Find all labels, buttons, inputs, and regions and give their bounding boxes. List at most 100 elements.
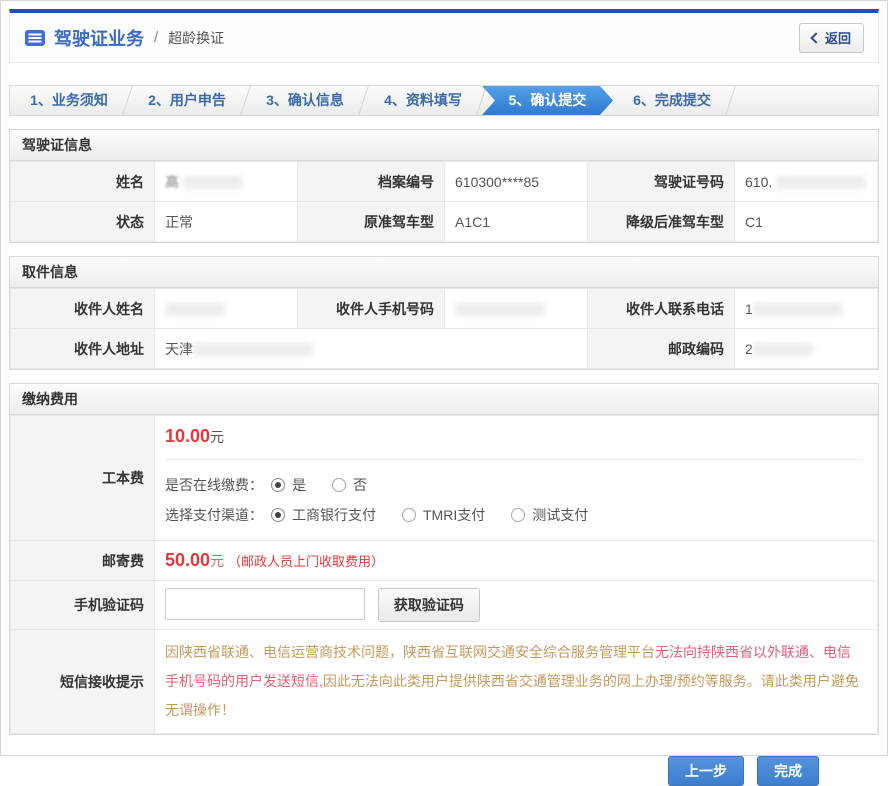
breadcrumb-separator: / <box>154 29 158 46</box>
table-row: 邮寄费 50.00元 （邮政人员上门收取费用） <box>11 541 878 581</box>
step-2-declaration: 2、用户申告 <box>128 86 246 115</box>
redacted-value <box>183 176 243 189</box>
pay-channel-line: 选择支付渠道： 工商银行支付 TMRI支付 测试支付 <box>165 500 863 530</box>
original-class-label: 原准驾车型 <box>298 202 445 242</box>
fee-cell: 10.00元 是否在线缴费： 是 否 选择支付渠道： 工商银行支付 <box>155 416 878 541</box>
page: 驾驶证业务 / 超龄换证 返回 1、业务须知 2、用户申告 3、确认信息 4、资… <box>0 0 888 756</box>
post-fee-note: （邮政人员上门收取费用） <box>228 554 384 569</box>
table-row: 短信接收提示 因陕西省联通、电信运营商技术问题，陕西省互联网交通安全综合服务管理… <box>11 630 878 734</box>
name-label: 姓名 <box>11 162 155 202</box>
step-1-notice: 1、业务须知 <box>10 86 128 115</box>
redacted-value <box>455 303 545 316</box>
step-3-confirm-info: 3、确认信息 <box>246 86 364 115</box>
redacted-value <box>165 303 225 316</box>
redacted-value <box>193 343 313 356</box>
license-table: 姓名 高 档案编号 610300****85 驾驶证号码 610. 状态 正常 … <box>10 161 878 242</box>
recipient-address-value: 天津 <box>155 329 588 369</box>
step-4-fill-data: 4、资料填写 <box>364 86 482 115</box>
postcode-label: 邮政编码 <box>588 329 735 369</box>
table-row: 手机验证码 获取验证码 <box>11 581 878 630</box>
original-class-value: A1C1 <box>445 202 588 242</box>
license-number-value: 610. <box>735 162 878 202</box>
online-pay-label: 是否在线缴费： <box>165 475 263 495</box>
table-row: 收件人地址 天津 邮政编码 2 <box>11 329 878 369</box>
captcha-cell: 获取验证码 <box>155 581 878 630</box>
license-info-section: 驾驶证信息 姓名 高 档案编号 610300****85 驾驶证号码 610. … <box>9 129 879 243</box>
pickup-table: 收件人姓名 收件人手机号码 收件人联系电话 1 收件人地址 天津 邮政编码 2 <box>10 288 878 369</box>
file-number-value: 610300****85 <box>445 162 588 202</box>
header: 驾驶证业务 / 超龄换证 返回 <box>9 9 879 63</box>
sms-note-part1: 因陕西省联通、电信运营商技术问题，陕西省互联网交通安全综合服务管理平台 <box>165 644 655 660</box>
radio-channel-test[interactable]: 测试支付 <box>511 505 588 525</box>
payment-section: 缴纳费用 工本费 10.00元 是否在线缴费： 是 否 <box>9 383 879 735</box>
license-section-title: 驾驶证信息 <box>10 130 878 161</box>
pickup-info-section: 取件信息 收件人姓名 收件人手机号码 收件人联系电话 1 收件人地址 天津 邮政… <box>9 256 879 370</box>
post-fee-unit: 元 <box>210 553 224 569</box>
redacted-value <box>776 176 866 189</box>
captcha-label: 手机验证码 <box>11 581 155 630</box>
radio-icon[interactable] <box>332 478 346 492</box>
post-fee-amount: 50.00 <box>165 550 210 570</box>
radio-icon[interactable] <box>511 508 525 522</box>
back-button[interactable]: 返回 <box>799 23 864 53</box>
payment-table: 工本费 10.00元 是否在线缴费： 是 否 选择支付渠道： <box>10 415 878 734</box>
back-button-label: 返回 <box>825 28 851 47</box>
table-row: 工本费 10.00元 是否在线缴费： 是 否 选择支付渠道： <box>11 416 878 541</box>
list-icon <box>24 29 46 47</box>
page-subtitle: 超龄换证 <box>168 28 224 48</box>
fee-label: 工本费 <box>11 416 155 541</box>
table-row: 状态 正常 原准驾车型 A1C1 降级后准驾车型 C1 <box>11 202 878 242</box>
radio-online-no[interactable]: 否 <box>332 475 367 495</box>
fee-unit: 元 <box>210 429 224 445</box>
redacted-value <box>753 303 843 316</box>
finish-button[interactable]: 完成 <box>757 756 819 786</box>
step-wizard: 1、业务须知 2、用户申告 3、确认信息 4、资料填写 5、确认提交 6、完成提… <box>9 85 879 116</box>
pay-channel-options: 工商银行支付 TMRI支付 测试支付 <box>271 505 588 525</box>
radio-channel-icbc[interactable]: 工商银行支付 <box>271 505 376 525</box>
radio-icon[interactable] <box>402 508 416 522</box>
fee-amount: 10.00 <box>165 426 210 446</box>
pickup-section-title: 取件信息 <box>10 257 878 288</box>
recipient-phone-label: 收件人联系电话 <box>588 289 735 329</box>
post-fee-label: 邮寄费 <box>11 541 155 581</box>
page-title: 驾驶证业务 <box>54 25 144 51</box>
payment-section-title: 缴纳费用 <box>10 384 878 415</box>
pay-channel-label: 选择支付渠道： <box>165 505 263 525</box>
table-row: 收件人姓名 收件人手机号码 收件人联系电话 1 <box>11 289 878 329</box>
recipient-name-value <box>155 289 298 329</box>
captcha-input[interactable] <box>165 588 365 620</box>
sms-tip-value: 因陕西省联通、电信运营商技术问题，陕西省互联网交通安全综合服务管理平台无法向持陕… <box>155 630 878 734</box>
post-fee-value: 50.00元 （邮政人员上门收取费用） <box>155 541 878 581</box>
status-value: 正常 <box>155 202 298 242</box>
breadcrumb: 驾驶证业务 / 超龄换证 <box>24 25 224 51</box>
radio-channel-tmri[interactable]: TMRI支付 <box>402 505 485 525</box>
fee-amount-line: 10.00元 <box>165 426 863 447</box>
online-pay-line: 是否在线缴费： 是 否 <box>165 470 863 500</box>
previous-step-button[interactable]: 上一步 <box>668 756 744 786</box>
radio-icon[interactable] <box>271 478 285 492</box>
status-label: 状态 <box>11 202 155 242</box>
step-6-complete-submit: 6、完成提交 <box>613 86 731 115</box>
divider <box>165 459 863 460</box>
downgrade-class-label: 降级后准驾车型 <box>588 202 735 242</box>
postcode-value: 2 <box>735 329 878 369</box>
recipient-mobile-value <box>445 289 588 329</box>
name-value: 高 <box>155 162 298 202</box>
redacted-value <box>753 343 813 356</box>
recipient-address-label: 收件人地址 <box>11 329 155 369</box>
downgrade-class-value: C1 <box>735 202 878 242</box>
file-number-label: 档案编号 <box>298 162 445 202</box>
sms-tip-label: 短信接收提示 <box>11 630 155 734</box>
online-pay-options: 是 否 <box>271 475 367 495</box>
recipient-phone-value: 1 <box>735 289 878 329</box>
recipient-name-label: 收件人姓名 <box>11 289 155 329</box>
table-row: 姓名 高 档案编号 610300****85 驾驶证号码 610. <box>11 162 878 202</box>
step-5-confirm-submit: 5、确认提交 <box>482 86 613 115</box>
recipient-mobile-label: 收件人手机号码 <box>298 289 445 329</box>
get-captcha-button[interactable]: 获取验证码 <box>378 588 480 622</box>
radio-online-yes[interactable]: 是 <box>271 475 306 495</box>
chevron-left-icon <box>810 32 821 43</box>
license-number-label: 驾驶证号码 <box>588 162 735 202</box>
radio-icon[interactable] <box>271 508 285 522</box>
footer-actions: 上一步 完成 <box>9 756 879 786</box>
